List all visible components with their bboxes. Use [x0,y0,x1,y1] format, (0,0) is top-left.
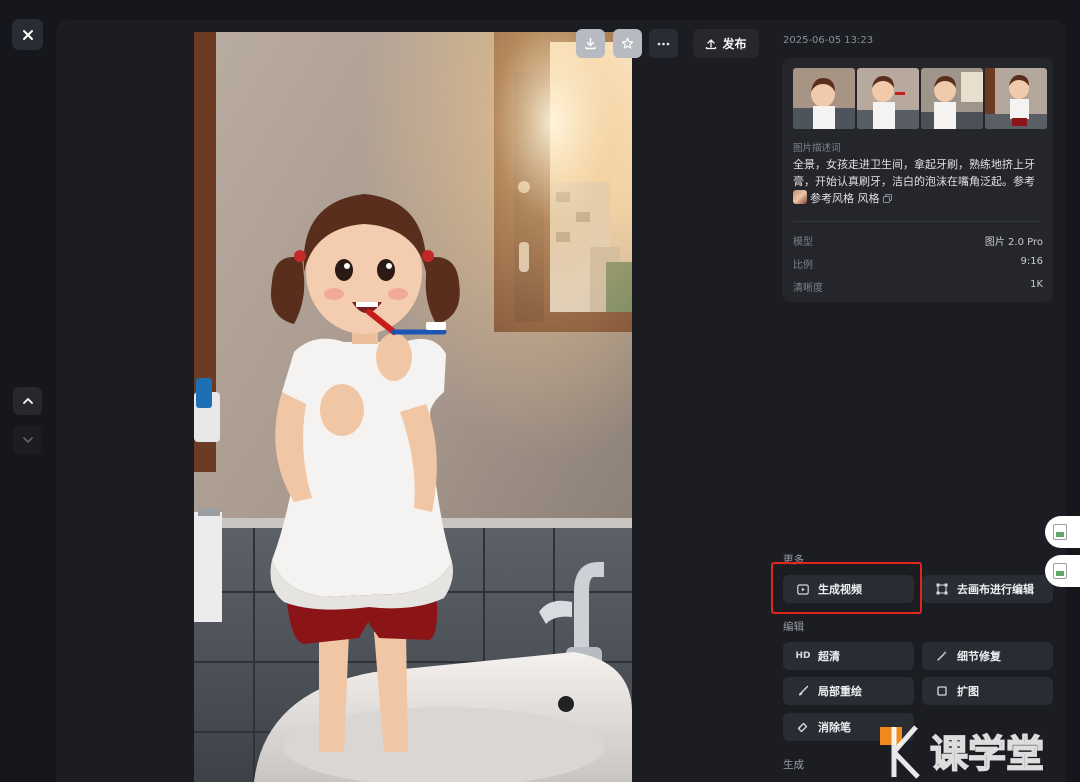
description-text: 全景，女孩走进卫生间，拿起牙刷，熟练地挤上牙膏，开始认真刷牙，洁白的泡沫在嘴角泛… [793,156,1043,207]
inpaint-button[interactable]: 局部重绘 [783,677,914,705]
variation-thumbnail[interactable] [921,68,983,129]
upload-icon [706,38,717,49]
edit-section-label: 编辑 [783,621,804,633]
ratio-row: 比例 9:16 [793,256,1043,271]
expand-icon [935,684,949,698]
variation-thumbnails [793,68,1047,129]
close-button[interactable] [12,19,43,50]
watermark-logo: 课学堂 [880,722,1080,782]
copy-icon[interactable] [883,194,892,203]
highlight-annotation [771,562,922,614]
chevron-down-icon [22,437,33,443]
download-button[interactable] [576,29,605,58]
detail-fix-button[interactable]: 细节修复 [922,642,1053,670]
eraser-icon [796,720,810,734]
brush-icon [796,684,810,698]
next-image-button[interactable] [13,426,42,454]
variation-thumbnail[interactable] [793,68,855,129]
description-label: 图片描述词 [793,143,841,154]
upscale-label: 超清 [818,650,840,663]
model-value: 图片 2.0 Pro [984,237,1043,248]
watermark-text: 课学堂 [930,732,1044,776]
style-reference-thumbnail [793,190,807,204]
inpaint-label: 局部重绘 [818,685,862,698]
download-icon [585,37,596,50]
info-divider [793,221,1042,222]
resolution-key: 清晰度 [793,283,823,294]
girl-brushing-teeth-illustration [194,32,632,782]
generated-image [194,32,632,782]
detail-fix-label: 细节修复 [957,650,1001,663]
resolution-row: 清晰度 1K [793,279,1043,294]
floating-widget[interactable] [1045,555,1080,587]
close-icon [22,29,33,40]
canvas-edit-label: 去画布进行编辑 [957,583,1034,596]
ratio-key: 比例 [793,260,813,271]
publish-label: 发布 [722,37,747,51]
floating-widget[interactable] [1045,516,1080,548]
star-icon [621,37,634,49]
more-options-button[interactable] [649,29,678,58]
prompt-text: 全景，女孩走进卫生间，拿起牙刷，熟练地挤上牙膏，开始认真刷牙，洁白的泡沫在嘴角泛… [793,158,1035,188]
image-info-card: 图片描述词 全景，女孩走进卫生间，拿起牙刷，熟练地挤上牙膏，开始认真刷牙，洁白的… [782,58,1053,302]
more-icon [657,42,670,45]
style-suffix: 风格 [857,192,880,205]
publish-button[interactable]: 发布 [693,29,759,58]
model-key: 模型 [793,237,813,248]
ratio-value: 9:16 [1020,256,1043,267]
image-icon [1053,563,1067,579]
chevron-up-icon [22,398,33,404]
resolution-value: 1K [1030,279,1043,290]
magic-wand-icon [935,649,949,663]
variation-thumbnail[interactable] [985,68,1047,129]
model-row: 模型 图片 2.0 Pro [793,233,1043,248]
outpaint-button[interactable]: 扩图 [922,677,1053,705]
hd-icon: HD [795,651,811,661]
outpaint-label: 扩图 [957,685,979,698]
favorite-button[interactable] [613,29,642,58]
canvas-edit-button[interactable]: 去画布进行编辑 [922,575,1053,603]
generate-section-label: 生成 [783,759,804,771]
created-timestamp: 2025-06-05 13:23 [783,35,874,46]
eraser-label: 消除笔 [818,721,851,734]
canvas-icon [935,582,949,596]
image-icon [1053,524,1067,540]
variation-thumbnail[interactable] [857,68,919,129]
image-detail-viewer: 发布 2025-06-05 13:23 图片描述词 全景，女孩走进卫生间，拿起牙… [0,0,1080,782]
previous-image-button[interactable] [13,387,42,415]
upscale-button[interactable]: HD 超清 [783,642,914,670]
style-reference-link[interactable]: 参考风格 [810,192,854,205]
